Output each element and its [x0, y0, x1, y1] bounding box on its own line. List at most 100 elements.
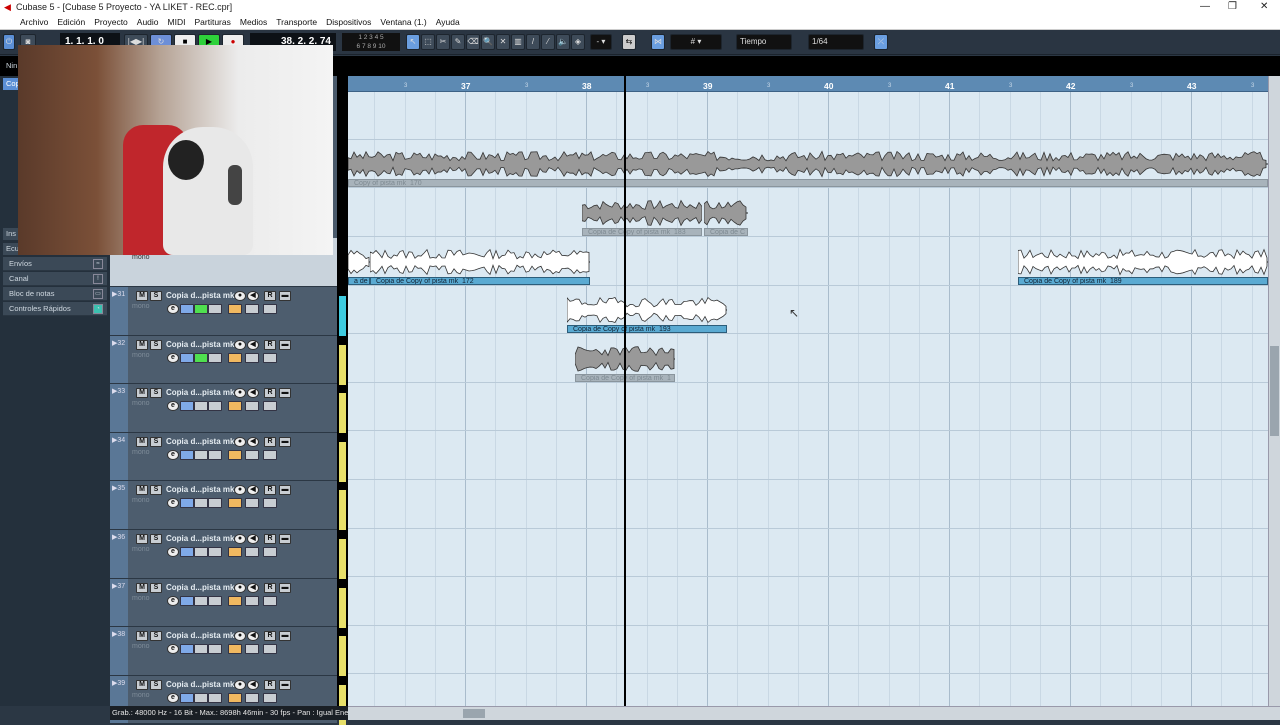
range-tool-icon[interactable]: ⬚ — [421, 34, 435, 50]
monitor-button[interactable]: ◀ — [247, 631, 259, 642]
track-name[interactable]: Copia d...pista mk — [166, 291, 234, 300]
audio-event[interactable]: Copia de C — [704, 189, 748, 236]
insert-bypass-button[interactable] — [180, 401, 194, 412]
edit-channel-button[interactable]: e — [167, 401, 179, 412]
insert-bypass-button[interactable] — [180, 449, 194, 460]
pencil-tool-icon[interactable]: ✎ — [451, 34, 465, 50]
sends-bypass-button[interactable] — [208, 595, 222, 606]
split-tool-icon[interactable]: ✂ — [436, 34, 450, 50]
track-lane[interactable] — [348, 383, 1268, 431]
menu-edicion[interactable]: Edición — [57, 14, 85, 29]
mute-tool-icon[interactable]: ✕ — [496, 34, 510, 50]
line-tool-icon[interactable]: ⁄ — [541, 34, 555, 50]
eq-bypass-button[interactable] — [194, 401, 208, 412]
menu-dispositivos[interactable]: Dispositivos — [326, 14, 371, 29]
eq-bypass-button[interactable] — [194, 449, 208, 460]
write-automation-button[interactable]: ▬ — [279, 339, 291, 350]
write-automation-button[interactable]: ▬ — [279, 631, 291, 642]
autoscroll-button[interactable]: ⇆ — [622, 34, 636, 50]
markers-1-5[interactable]: 1 2 3 4 5 — [342, 33, 400, 42]
lock-button[interactable] — [245, 449, 259, 460]
solo-button[interactable]: S — [150, 534, 162, 544]
track-name[interactable]: Copia d...pista mk — [166, 583, 234, 592]
track-lane[interactable] — [348, 626, 1268, 674]
edit-channel-button[interactable]: e — [167, 595, 179, 606]
timeline-ruler[interactable]: 37 38 39 40 41 42 43 3 3 3 3 3 3 3 3 — [348, 76, 1268, 92]
monitor-button[interactable]: ◀ — [247, 388, 259, 399]
track-33[interactable]: ▶33 M S Copia d...pista mk ● ◀ R ▬ mono … — [110, 384, 337, 433]
menu-transporte[interactable]: Transporte — [276, 14, 317, 29]
markers-6-10[interactable]: 6 7 8 9 10 — [342, 42, 400, 51]
record-enable-button[interactable]: ● — [234, 436, 246, 447]
snap-button[interactable]: ⋈ — [651, 34, 665, 50]
record-enable-button[interactable]: ● — [234, 388, 246, 399]
monitor-button[interactable]: ◀ — [247, 679, 259, 690]
mute-button[interactable]: M — [136, 534, 148, 544]
track-lane[interactable] — [348, 529, 1268, 577]
restore-button[interactable]: ❐ — [1228, 0, 1237, 14]
insert-bypass-button[interactable] — [180, 304, 194, 314]
lock-button[interactable] — [245, 498, 259, 509]
solo-button[interactable]: S — [150, 291, 162, 301]
insert-bypass-button[interactable] — [180, 352, 194, 363]
eq-bypass-button[interactable] — [194, 352, 208, 363]
vertical-scrollbar[interactable] — [1268, 76, 1280, 706]
comp-tool-icon[interactable]: ▥ — [511, 34, 525, 50]
eq-bypass-button[interactable] — [194, 692, 208, 703]
track-name[interactable]: Copia d...pista mk — [166, 485, 234, 494]
audio-event[interactable]: a de C — [348, 238, 370, 285]
insert-bypass-button[interactable] — [180, 692, 194, 703]
timebase-button[interactable] — [228, 547, 242, 557]
sends-bypass-button[interactable] — [208, 498, 222, 509]
sends-bypass-button[interactable] — [208, 352, 222, 363]
eraser-tool-icon[interactable]: ⌫ — [466, 34, 480, 50]
mute-button[interactable]: M — [136, 679, 148, 690]
track-lane[interactable] — [348, 432, 1268, 480]
record-enable-button[interactable]: ● — [234, 339, 246, 350]
inspector-inserts-partial[interactable]: Ins — [3, 228, 18, 240]
audio-event[interactable]: Copia de Copy of pista mk_189 — [1018, 238, 1268, 285]
edit-channel-button[interactable]: e — [167, 692, 179, 703]
lanes-button[interactable] — [263, 692, 277, 703]
lock-button[interactable] — [245, 644, 259, 655]
timebase-button[interactable] — [228, 595, 242, 606]
horizontal-scrollbar[interactable] — [348, 706, 1280, 720]
write-automation-button[interactable]: ▬ — [279, 291, 291, 301]
write-automation-button[interactable]: ▬ — [279, 534, 291, 544]
inspector-section-partial[interactable]: Cop — [3, 78, 18, 90]
mute-button[interactable]: M — [136, 339, 148, 350]
audio-event[interactable]: Copy of pista mk_170 — [348, 140, 1268, 187]
write-automation-button[interactable]: ▬ — [279, 436, 291, 447]
read-automation-button[interactable]: R — [264, 631, 276, 642]
solo-button[interactable]: S — [150, 339, 162, 350]
mute-button[interactable]: M — [136, 485, 148, 496]
write-automation-button[interactable]: ▬ — [279, 485, 291, 496]
eq-bypass-button[interactable] — [194, 644, 208, 655]
eq-bypass-button[interactable] — [194, 498, 208, 509]
track-32[interactable]: ▶32 M S Copia d...pista mk ● ◀ R ▬ mono … — [110, 335, 337, 385]
sends-bypass-button[interactable] — [208, 401, 222, 412]
lanes-button[interactable] — [263, 304, 277, 314]
read-automation-button[interactable]: R — [264, 388, 276, 399]
audio-event[interactable]: Copia de Copy of pista mk_172 — [370, 238, 590, 285]
track-lane[interactable] — [348, 578, 1268, 626]
timewarp-tool-icon[interactable]: / — [526, 34, 540, 50]
menu-archivo[interactable]: Archivo — [20, 14, 48, 29]
track-36[interactable]: ▶36 M S Copia d...pista mk ● ◀ R ▬ mono … — [110, 530, 337, 579]
record-enable-button[interactable]: ● — [234, 534, 246, 544]
lanes-button[interactable] — [263, 498, 277, 509]
lock-button[interactable] — [245, 401, 259, 412]
monitor-button[interactable]: ◀ — [247, 339, 259, 350]
menu-audio[interactable]: Audio — [137, 14, 159, 29]
marker-buttons[interactable]: 1 2 3 4 5 6 7 8 9 10 — [342, 33, 400, 51]
mute-button[interactable]: M — [136, 582, 148, 593]
timebase-button[interactable] — [228, 449, 242, 460]
read-automation-button[interactable]: R — [264, 291, 276, 301]
track-35[interactable]: ▶35 M S Copia d...pista mk ● ◀ R ▬ mono … — [110, 481, 337, 530]
close-button[interactable]: ✕ — [1260, 0, 1268, 14]
read-automation-button[interactable]: R — [264, 582, 276, 593]
sends-bypass-button[interactable] — [208, 449, 222, 460]
track-37[interactable]: ▶37 M S Copia d...pista mk ● ◀ R ▬ mono … — [110, 578, 337, 628]
record-enable-button[interactable]: ● — [234, 679, 246, 690]
mute-button[interactable]: M — [136, 388, 148, 399]
